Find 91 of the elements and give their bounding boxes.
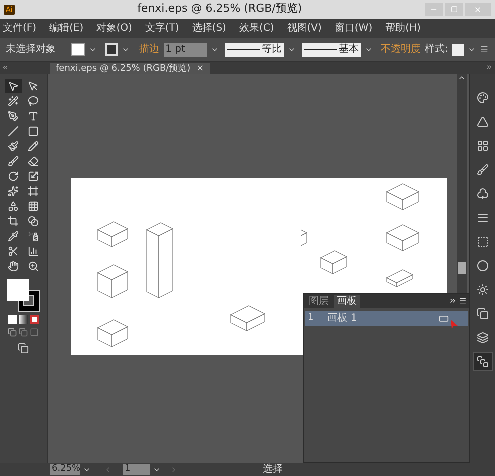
scroll-thumb[interactable]: [458, 262, 466, 274]
menu-item[interactable]: 编辑(E): [50, 21, 84, 36]
none-mode-icon[interactable]: [30, 315, 39, 324]
panel-collapse-icon[interactable]: [449, 297, 457, 305]
blend-icon: [28, 216, 39, 226]
panel-tab[interactable]: 图层: [306, 295, 332, 308]
artboard-row[interactable]: 1 画板 1: [305, 311, 468, 326]
hand-icon: [8, 260, 19, 272]
palette-icon: [476, 92, 488, 104]
fill-stroke-swatches-drawing[interactable]: [6, 279, 40, 313]
document-tab[interactable]: fenxi.eps @ 6.25% (RGB/预览) ×: [50, 63, 210, 74]
crop-icon: [8, 216, 19, 226]
triangle-icon: [476, 116, 488, 128]
panel-menu-icon[interactable]: [459, 297, 467, 305]
dock-button[interactable]: [472, 352, 492, 371]
artboard-name: 画板 1: [328, 312, 358, 326]
artboard-options-icon[interactable]: [439, 314, 449, 324]
zoom-field[interactable]: 6.25%: [50, 464, 80, 475]
frame-icon: [28, 186, 39, 196]
menu-item[interactable]: 窗口(W): [334, 21, 373, 36]
caret-icon[interactable]: [211, 46, 219, 54]
stroke-weight-field[interactable]: 1 pt: [164, 42, 208, 56]
scissors-icon: [8, 246, 19, 256]
menu-item[interactable]: 效果(C): [239, 21, 274, 36]
line-icon: [8, 126, 19, 136]
grid-icon: [28, 200, 39, 212]
grid-icon: [476, 140, 488, 152]
sparkle-icon: [8, 186, 19, 196]
lasso-icon: [28, 96, 39, 106]
profile-dropdown[interactable]: 等比: [224, 42, 284, 56]
menu-item[interactable]: 选择(S): [192, 21, 226, 36]
rotate-icon: [8, 170, 19, 182]
caret-icon[interactable]: [288, 46, 296, 54]
color-mode-icon[interactable]: [8, 315, 17, 324]
close-icon: [474, 6, 482, 14]
artboard-field[interactable]: 1: [123, 464, 150, 475]
panel-tab[interactable]: 画板: [334, 295, 360, 308]
panel-menu-icon[interactable]: [480, 45, 490, 54]
menu-item[interactable]: 对象(O): [96, 21, 132, 36]
screen-mode-icon[interactable]: [18, 343, 29, 354]
club-icon: [476, 188, 488, 200]
row-number: 1: [308, 312, 314, 325]
menu-item[interactable]: 文件(F): [3, 21, 37, 36]
stroke-swatch[interactable]: [104, 43, 118, 56]
caret-icon[interactable]: [468, 46, 476, 54]
fill-swatch[interactable]: [71, 43, 85, 56]
eraser-icon: [28, 156, 39, 166]
style-label: 样式:: [425, 42, 448, 57]
draw-mode-icon[interactable]: [8, 328, 17, 337]
caret-icon[interactable]: [365, 46, 374, 54]
brush-dropdown[interactable]: 基本: [302, 42, 362, 56]
menu-item[interactable]: 文字(T): [145, 21, 180, 36]
brush-icon: [476, 164, 488, 176]
type-icon: [28, 110, 39, 122]
collapse-icon[interactable]: [2, 64, 9, 71]
maximize-icon: [450, 6, 458, 13]
square-icon: [476, 236, 488, 248]
sun-icon: [476, 284, 488, 296]
magic-wand-icon: [8, 96, 19, 106]
scroll-up-icon[interactable]: [458, 74, 466, 82]
rectangle-icon: [28, 126, 39, 136]
menu-item[interactable]: 帮助(H): [386, 21, 421, 36]
scale-icon: [28, 170, 39, 182]
lines-icon: [476, 212, 488, 224]
zoom-icon: [28, 260, 39, 272]
tab-close-button[interactable]: ×: [196, 64, 204, 74]
brush-icon: [8, 156, 19, 166]
style-swatch[interactable]: [452, 44, 464, 56]
stroke-label[interactable]: 描边: [140, 42, 160, 57]
tool-button[interactable]: [5, 79, 22, 93]
window-title: fenxi.eps @ 6.25% (RGB/预览): [136, 1, 304, 18]
expand-icon[interactable]: [486, 64, 493, 71]
copy-icon: [476, 308, 488, 320]
pointer-icon: [28, 80, 39, 92]
layers-icon: [476, 332, 488, 344]
gradient-mode-icon[interactable]: [19, 315, 28, 324]
pencil-icon: [28, 140, 39, 152]
paintbrush-icon: [8, 140, 19, 152]
shapes-icon: [8, 200, 19, 212]
arrow-icon: [8, 80, 19, 92]
bar-chart-icon: [28, 246, 39, 256]
eyedropper-icon: [8, 230, 19, 242]
caret-icon[interactable]: [122, 46, 130, 54]
circle-icon: [476, 260, 488, 272]
draw-behind-icon[interactable]: [19, 328, 28, 337]
current-tool-label: 选择: [263, 462, 283, 476]
menu-item[interactable]: 视图(V): [287, 21, 322, 36]
caret-icon[interactable]: [88, 46, 97, 54]
selection-label: 未选择对象: [6, 42, 57, 57]
pen-icon: [8, 110, 19, 122]
stacked-squares-icon: [476, 356, 488, 368]
